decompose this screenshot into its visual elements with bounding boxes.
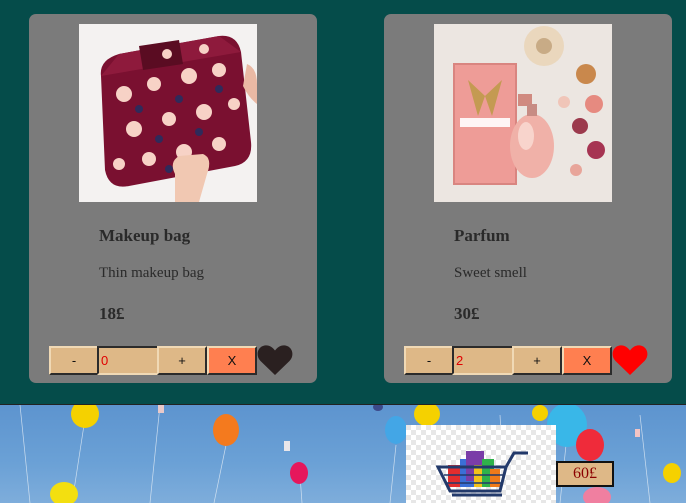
- cart-total: 60£: [556, 461, 614, 487]
- quantity-input[interactable]: [97, 346, 161, 375]
- product-card: Parfum Sweet smell 30£ - + X: [384, 14, 672, 383]
- heart-icon-shape: [257, 345, 293, 375]
- shopping-cart-icon: [406, 425, 556, 503]
- balloons-background-image: [19, 405, 681, 503]
- increase-quantity-button[interactable]: +: [157, 346, 207, 375]
- product-description: Sweet smell: [454, 265, 527, 281]
- quantity-input[interactable]: [452, 346, 516, 375]
- product-grid: Makeup bag Thin makeup bag 18£ - + X: [0, 0, 686, 404]
- increase-quantity-button[interactable]: +: [512, 346, 562, 375]
- heart-icon[interactable]: [257, 344, 293, 376]
- product-image-makeup-bag: [79, 24, 257, 202]
- remove-item-button[interactable]: X: [562, 346, 612, 375]
- cart-box[interactable]: [406, 425, 556, 503]
- heart-icon-shape: [612, 345, 648, 375]
- heart-icon[interactable]: [612, 344, 648, 376]
- product-name: Parfum: [454, 226, 510, 245]
- product-image-parfum: [434, 24, 612, 202]
- footer-banner: 60£: [0, 404, 686, 503]
- product-name: Makeup bag: [99, 226, 191, 245]
- decrease-quantity-button[interactable]: -: [49, 346, 99, 375]
- product-price: 18£: [99, 304, 125, 323]
- product-card: Makeup bag Thin makeup bag 18£ - + X: [29, 14, 317, 383]
- remove-item-button[interactable]: X: [207, 346, 257, 375]
- product-price: 30£: [454, 304, 480, 323]
- product-description: Thin makeup bag: [99, 265, 204, 281]
- decrease-quantity-button[interactable]: -: [404, 346, 454, 375]
